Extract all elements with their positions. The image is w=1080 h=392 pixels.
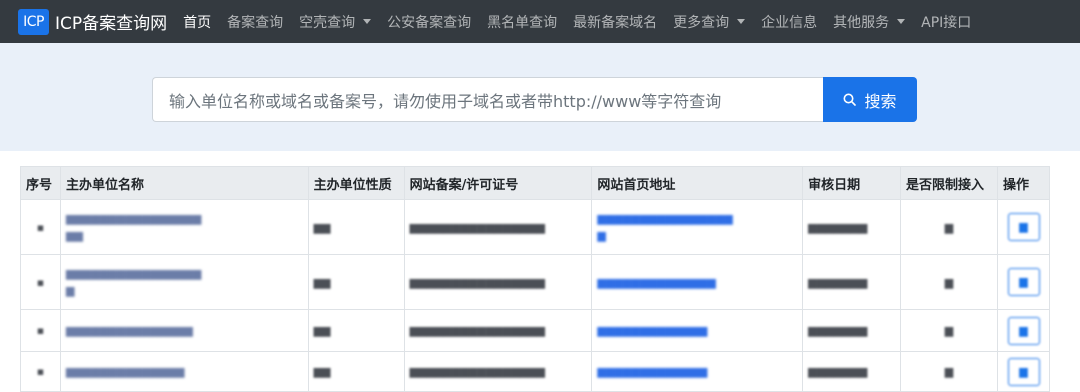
nav-item-police-query[interactable]: 公安备案查询 — [387, 12, 471, 32]
redacted-cell: ▪ — [20, 199, 61, 255]
col-header-license-no: 网站备案/许可证号 — [403, 166, 593, 200]
top-navbar: ICP ICP备案查询网 首页 备案查询 空壳查询 公安备案查询 黑名单查询 最… — [0, 0, 1080, 43]
chevron-down-icon — [737, 19, 746, 24]
redacted-cell: ▆▆ — [307, 309, 405, 352]
chevron-down-icon — [897, 19, 906, 24]
search-button[interactable]: 搜索 — [823, 77, 917, 122]
nav-item-blacklist-query[interactable]: 黑名单查询 — [487, 12, 557, 32]
redacted-cell: ▆▆▆▆▆▆▆ — [802, 309, 902, 352]
redacted-cell: ▪ — [20, 309, 61, 352]
redacted-cell: ▆▆▆▆▆▆▆ — [802, 254, 902, 310]
redacted-cell: ▆ — [900, 254, 998, 310]
redacted-cell: ▪ — [20, 254, 61, 310]
redacted-cell: ▆ — [900, 199, 998, 255]
nav-item-other-services[interactable]: 其他服务 — [833, 12, 906, 32]
redacted-action-button[interactable]: ▆ — [997, 254, 1050, 310]
col-header-unit-name: 主办单位名称 — [59, 166, 309, 200]
redacted-cell: ▆▆▆▆▆▆▆ — [802, 199, 902, 255]
redacted-cell: ▆▆ — [307, 199, 405, 255]
redacted-action-button[interactable]: ▆ — [997, 309, 1050, 352]
brand-title: ICP备案查询网 — [55, 14, 168, 34]
results-table: 序号 主办单位名称 主办单位性质 网站备案/许可证号 网站首页地址 审核日期 是… — [20, 166, 1050, 392]
redacted-cell: ▆▆ — [307, 254, 405, 310]
redacted-unit-name-link[interactable]: ▆▆▆▆▆▆▆▆▆▆▆▆▆▆▆▆ ▆ — [59, 254, 309, 310]
nav-item-shell-query[interactable]: 空壳查询 — [299, 12, 372, 32]
redacted-homepage-link[interactable]: ▆▆▆▆▆▆▆▆▆▆▆▆▆▆ — [591, 254, 804, 310]
redacted-homepage-link[interactable]: ▆▆▆▆▆▆▆▆▆▆▆▆▆ — [591, 309, 804, 352]
search-hero: 输入单位名称或域名或备案号，请勿使用子域名或者带http://www等字符查询 … — [0, 43, 1080, 151]
nav-item-latest-domains[interactable]: 最新备案域名 — [573, 12, 657, 32]
redacted-cell: ▆▆▆▆▆▆▆▆▆▆▆▆▆▆▆▆ — [403, 254, 593, 310]
table-header-row: 序号 主办单位名称 主办单位性质 网站备案/许可证号 网站首页地址 审核日期 是… — [20, 166, 1050, 200]
nav-item-home[interactable]: 首页 — [183, 12, 211, 32]
col-header-restricted: 是否限制接入 — [900, 166, 998, 200]
redacted-homepage-link[interactable]: ▆▆▆▆▆▆▆▆▆▆▆▆▆▆▆▆ ▆ — [591, 199, 804, 255]
redacted-unit-name-link[interactable]: ▆▆▆▆▆▆▆▆▆▆▆▆▆▆▆▆ ▆▆ — [59, 199, 309, 255]
table-row: ▪ ▆▆▆▆▆▆▆▆▆▆▆▆▆▆▆▆ ▆ ▆▆ ▆▆▆▆▆▆▆▆▆▆▆▆▆▆▆▆ … — [20, 254, 1050, 310]
search-button-label: 搜索 — [864, 91, 897, 111]
redacted-unit-name-link[interactable]: ▆▆▆▆▆▆▆▆▆▆▆▆▆▆▆ — [59, 309, 309, 352]
table-row: ▪ ▆▆▆▆▆▆▆▆▆▆▆▆▆▆▆▆ ▆▆ ▆▆ ▆▆▆▆▆▆▆▆▆▆▆▆▆▆▆▆… — [20, 199, 1050, 255]
col-header-actions: 操作 — [997, 166, 1050, 200]
brand-logo: ICP — [18, 8, 49, 35]
nav-item-api[interactable]: API接口 — [921, 12, 971, 32]
redacted-cell: ▆▆▆▆▆▆▆▆▆▆▆▆▆▆▆▆ — [403, 199, 593, 255]
search-icon — [843, 93, 857, 106]
col-header-unit-type: 主办单位性质 — [307, 166, 405, 200]
chevron-down-icon — [363, 19, 372, 24]
search-input[interactable]: 输入单位名称或域名或备案号，请勿使用子域名或者带http://www等字符查询 — [152, 77, 824, 122]
redacted-cell: ▆ — [900, 309, 998, 352]
redacted-action-button[interactable]: ▆ — [997, 199, 1050, 255]
col-header-homepage: 网站首页地址 — [591, 166, 804, 200]
nav-item-company-info[interactable]: 企业信息 — [761, 12, 817, 32]
nav-item-icp-query[interactable]: 备案查询 — [227, 12, 283, 32]
col-header-review-date: 审核日期 — [802, 166, 902, 200]
col-header-index: 序号 — [20, 166, 61, 200]
nav-item-more-queries[interactable]: 更多查询 — [673, 12, 746, 32]
redacted-cell: ▆▆▆▆▆▆▆▆▆▆▆▆▆▆▆▆ — [403, 309, 593, 352]
brand[interactable]: ICP ICP备案查询网 — [18, 8, 168, 35]
table-row: ▪ ▆▆▆▆▆▆▆▆▆▆▆▆▆▆▆ ▆▆ ▆▆▆▆▆▆▆▆▆▆▆▆▆▆▆▆ ▆▆… — [20, 309, 1050, 352]
